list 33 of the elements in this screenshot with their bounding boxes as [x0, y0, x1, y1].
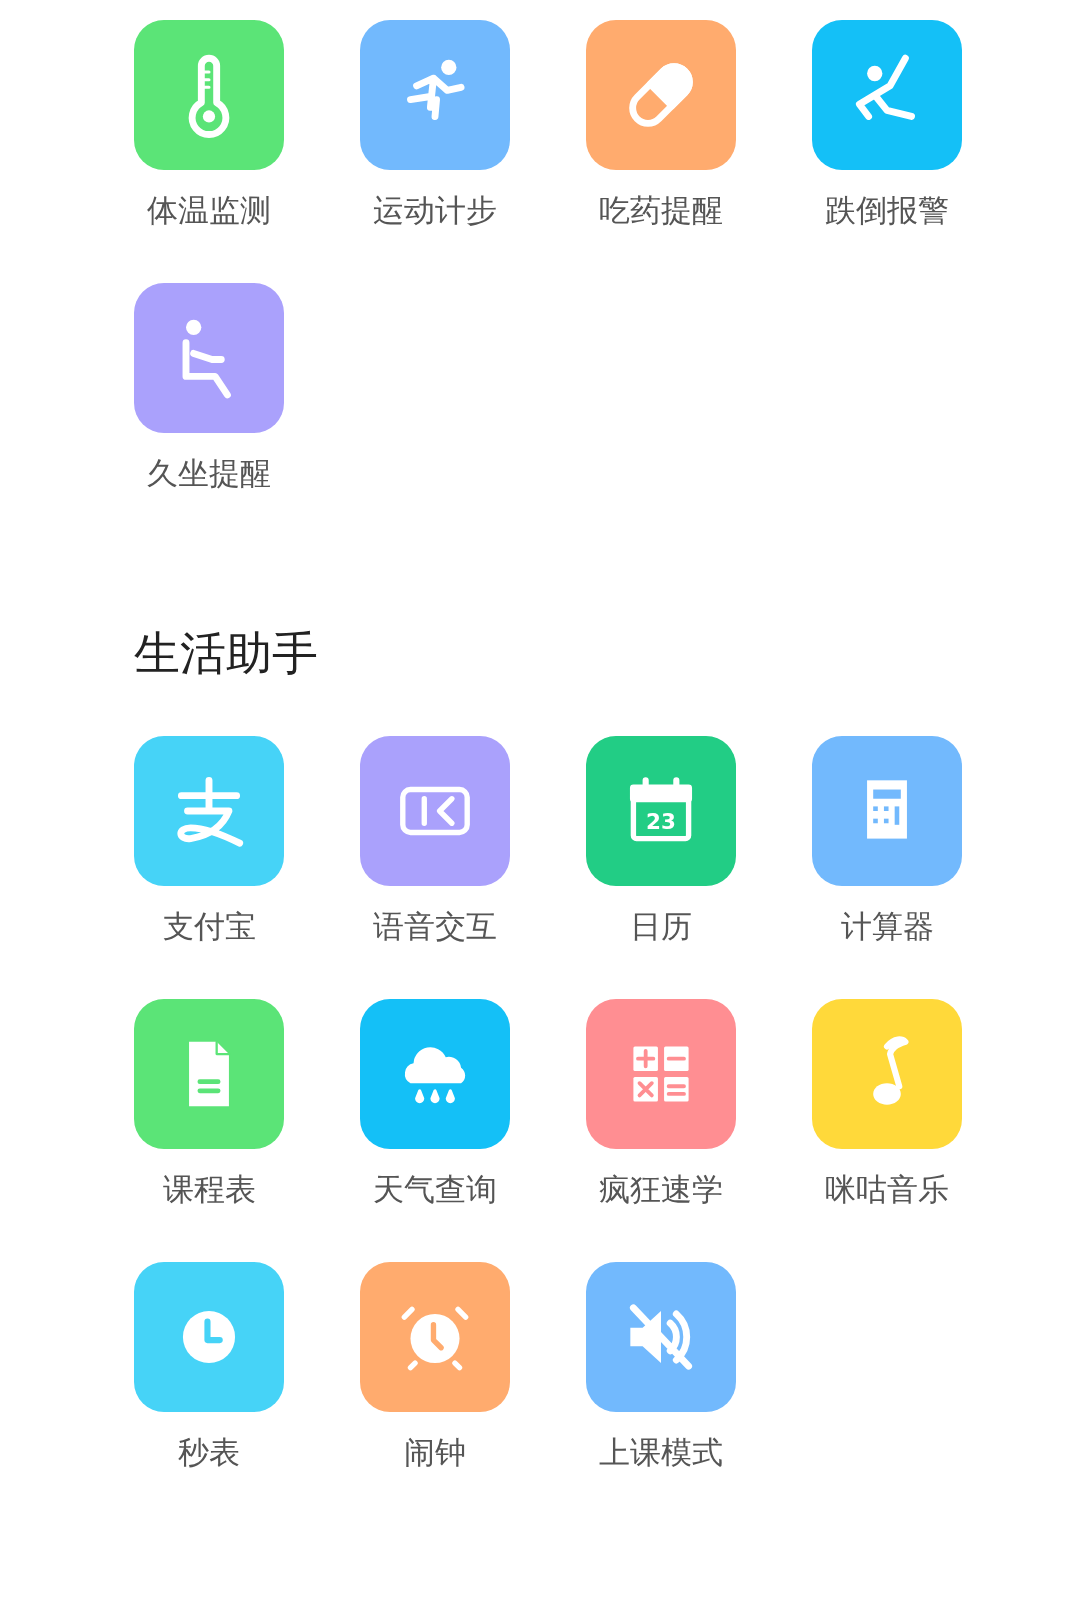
app-label: 天气查询 — [373, 1170, 497, 1209]
app-label: 支付宝 — [162, 907, 256, 946]
app-label: 跌倒报警 — [825, 191, 949, 230]
app-icon[interactable] — [812, 736, 962, 886]
app-icon[interactable] — [134, 736, 284, 886]
app-label: 课程表 — [162, 1170, 256, 1209]
app-label: 体温监测 — [147, 191, 271, 230]
app-icon[interactable] — [586, 999, 736, 1149]
app-icon[interactable] — [134, 283, 284, 433]
app-label: 疯狂速学 — [599, 1170, 723, 1209]
app-icon[interactable] — [360, 1262, 510, 1412]
section-title: 生活助手 — [134, 625, 319, 681]
app-icon[interactable] — [360, 20, 510, 170]
app-icon[interactable] — [586, 1262, 736, 1412]
app-icon[interactable] — [586, 20, 736, 170]
app-icon[interactable] — [134, 999, 284, 1149]
app-label: 语音交互 — [373, 907, 497, 946]
app-label: 运动计步 — [373, 191, 497, 230]
app-label: 日历 — [630, 907, 692, 946]
app-label: 闹钟 — [404, 1433, 466, 1472]
app-label: 秒表 — [178, 1433, 240, 1472]
app-icon[interactable]: 23 — [586, 736, 736, 886]
app-icon[interactable] — [134, 1262, 284, 1412]
app-label: 上课模式 — [599, 1433, 723, 1472]
app-icon[interactable] — [812, 20, 962, 170]
app-icon[interactable] — [812, 999, 962, 1149]
app-icon[interactable] — [360, 999, 510, 1149]
app-label: 久坐提醒 — [147, 454, 271, 493]
app-icon[interactable] — [360, 736, 510, 886]
app-icon[interactable] — [134, 20, 284, 170]
app-label: 计算器 — [840, 907, 934, 946]
app-label: 咪咕音乐 — [825, 1170, 949, 1209]
app-label: 吃药提醒 — [599, 191, 723, 230]
